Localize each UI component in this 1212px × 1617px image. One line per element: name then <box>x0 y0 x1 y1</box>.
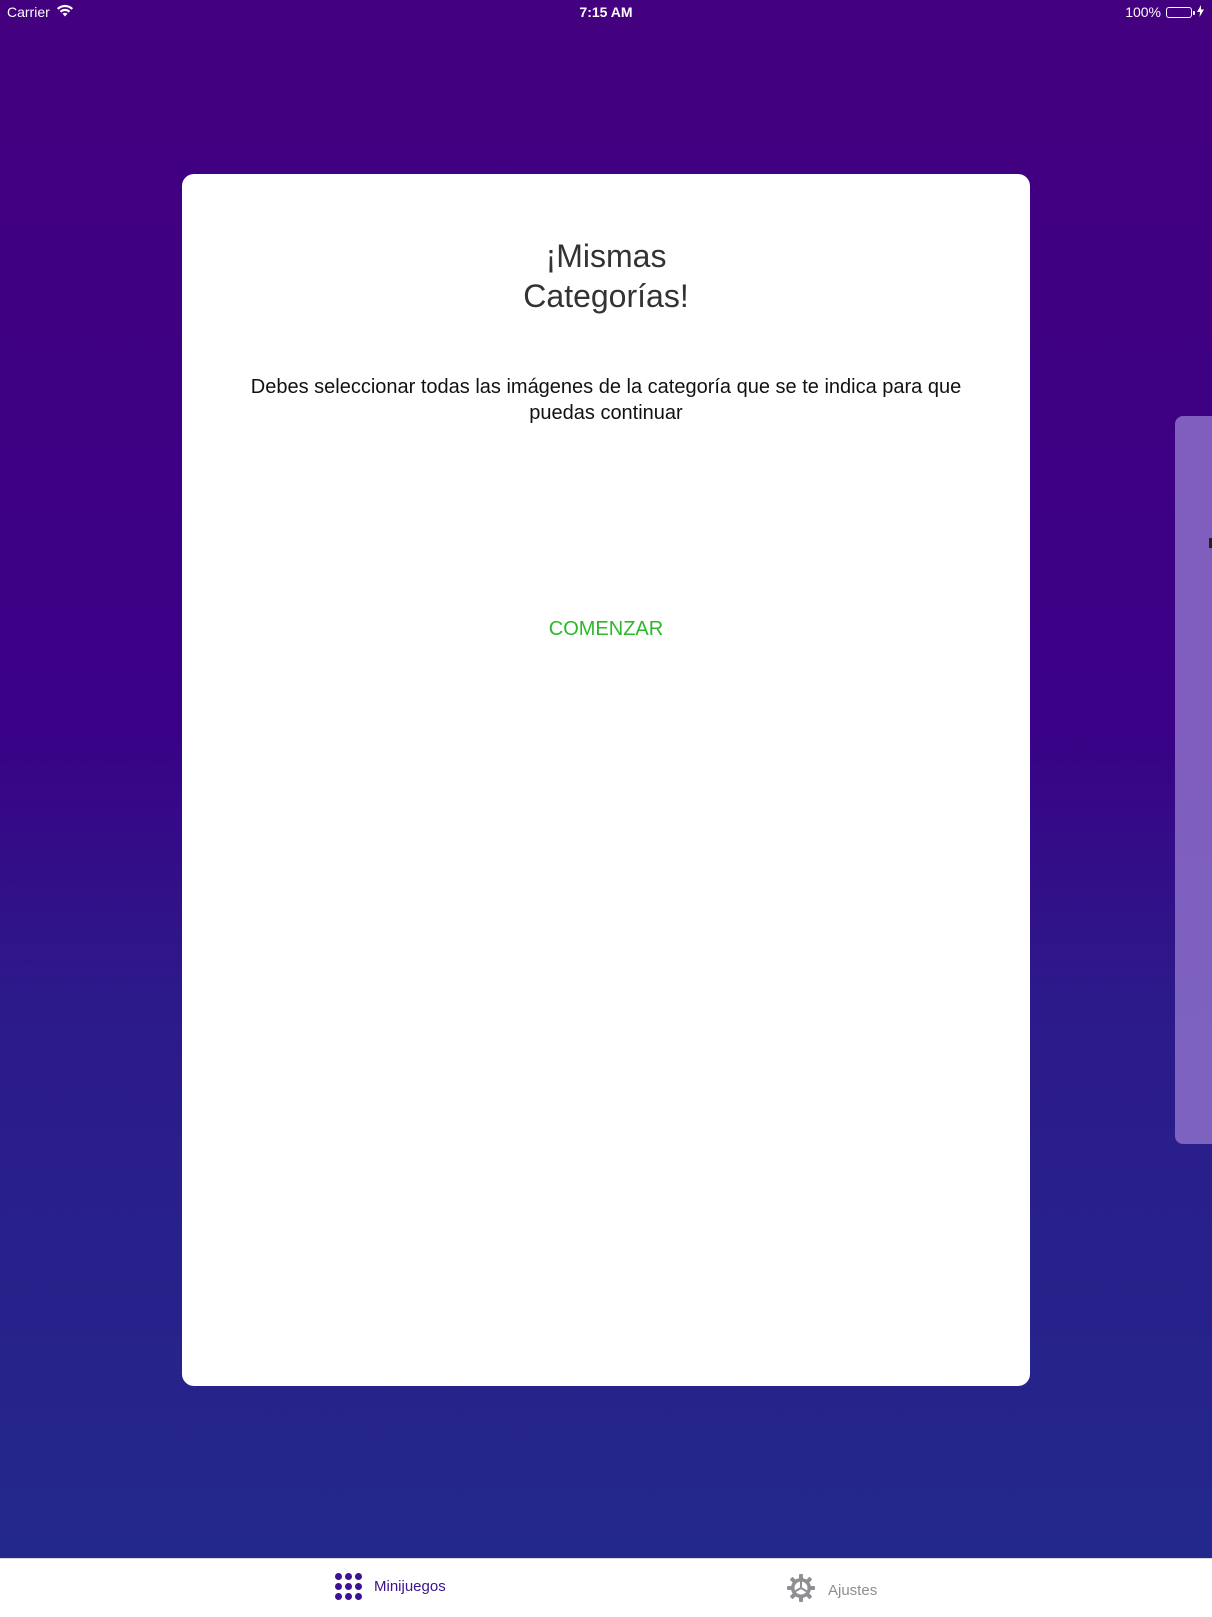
tab-ajustes-label: Ajustes <box>828 1581 878 1599</box>
status-bar: Carrier 7:15 AM 100% <box>0 0 1212 26</box>
page-title: ¡Mismas Categorías! <box>182 236 1030 316</box>
game-description: Debes seleccionar todas las imágenes de … <box>250 376 962 424</box>
status-right: 100% <box>1125 4 1204 20</box>
tab-ajustes[interactable]: Ajustes <box>786 1573 877 1607</box>
tab-minijuegos-label: Minijuegos <box>374 1578 446 1595</box>
side-panel[interactable] <box>1175 416 1212 1144</box>
tab-bar: Minijuegos Ajustes <box>0 1558 1212 1617</box>
status-time: 7:15 AM <box>579 4 633 20</box>
title-line-1: ¡Mismas <box>545 238 667 274</box>
start-button[interactable]: COMENZAR <box>506 608 706 648</box>
game-intro-card: ¡Mismas Categorías! Debes seleccionar to… <box>182 174 1030 1386</box>
charging-icon <box>1197 4 1204 20</box>
grid-dots-icon <box>335 1573 362 1600</box>
battery-icon <box>1166 6 1195 18</box>
gear-icon <box>786 1573 816 1607</box>
title-line-2: Categorías! <box>523 278 689 314</box>
battery-percent: 100% <box>1125 4 1161 20</box>
tab-minijuegos[interactable]: Minijuegos <box>335 1573 446 1600</box>
